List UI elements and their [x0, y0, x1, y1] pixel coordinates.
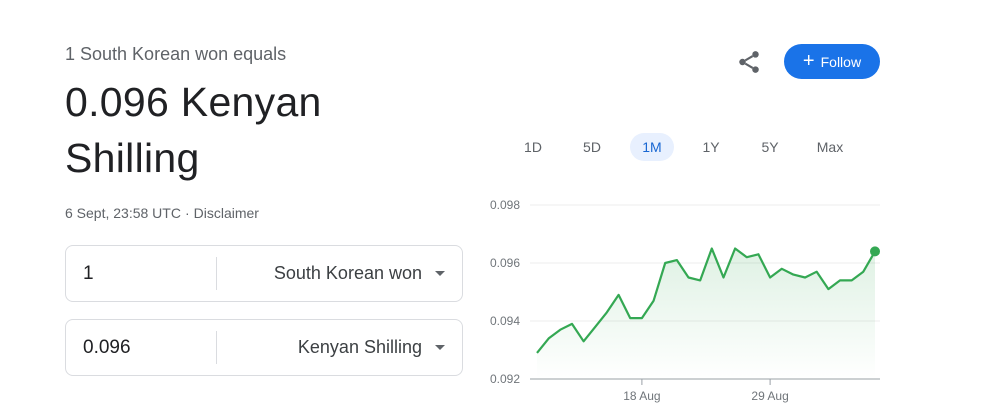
chevron-down-icon[interactable] — [435, 271, 445, 276]
y-tick-label: 0.092 — [490, 372, 520, 386]
series-area — [537, 248, 875, 379]
y-tick-label: 0.096 — [490, 256, 520, 270]
range-5d[interactable]: 5D — [575, 133, 609, 161]
share-icon — [739, 51, 759, 73]
range-1d[interactable]: 1D — [516, 133, 550, 161]
rate-subtitle: 1 South Korean won equals — [65, 44, 287, 64]
y-tick-label: 0.098 — [490, 198, 520, 212]
timestamp: 6 Sept, 23:58 UTC — [65, 205, 181, 221]
converted-rate: 0.096 Kenyan Shilling — [65, 74, 395, 186]
range-5y[interactable]: 5Y — [753, 133, 787, 161]
range-selector: 1D 5D 1M 1Y 5Y Max — [0, 133, 992, 161]
disclaimer-link[interactable]: Disclaimer — [194, 205, 259, 221]
range-1m[interactable]: 1M — [630, 133, 674, 161]
plus-icon: + — [802, 49, 815, 72]
divider — [216, 331, 217, 364]
follow-label: Follow — [820, 53, 862, 70]
rate-meta: 6 Sept, 23:58 UTC · Disclaimer — [65, 205, 259, 221]
divider — [216, 257, 217, 290]
to-amount-input[interactable]: 0.096 — [83, 320, 131, 375]
from-currency-select[interactable]: South Korean won — [274, 246, 422, 301]
x-tick-label: 18 Aug — [623, 389, 660, 403]
meta-separator: · — [184, 205, 190, 221]
rate-line-1: 0.096 Kenyan — [65, 79, 322, 125]
share-button[interactable] — [734, 47, 764, 77]
rate-chart: 0.098 0.096 0.094 0.092 18 Aug 29 Aug — [490, 198, 880, 403]
from-amount-input[interactable]: 1 — [83, 246, 94, 301]
to-currency-row: 0.096 Kenyan Shilling — [65, 319, 463, 376]
range-1y[interactable]: 1Y — [694, 133, 728, 161]
to-currency-select[interactable]: Kenyan Shilling — [298, 320, 422, 375]
range-max[interactable]: Max — [810, 133, 850, 161]
chevron-down-icon[interactable] — [435, 345, 445, 350]
follow-button[interactable]: + Follow — [784, 44, 880, 79]
y-tick-label: 0.094 — [490, 314, 520, 328]
x-tick-label: 29 Aug — [751, 389, 788, 403]
from-currency-row: 1 South Korean won — [65, 245, 463, 302]
current-point — [870, 246, 880, 257]
